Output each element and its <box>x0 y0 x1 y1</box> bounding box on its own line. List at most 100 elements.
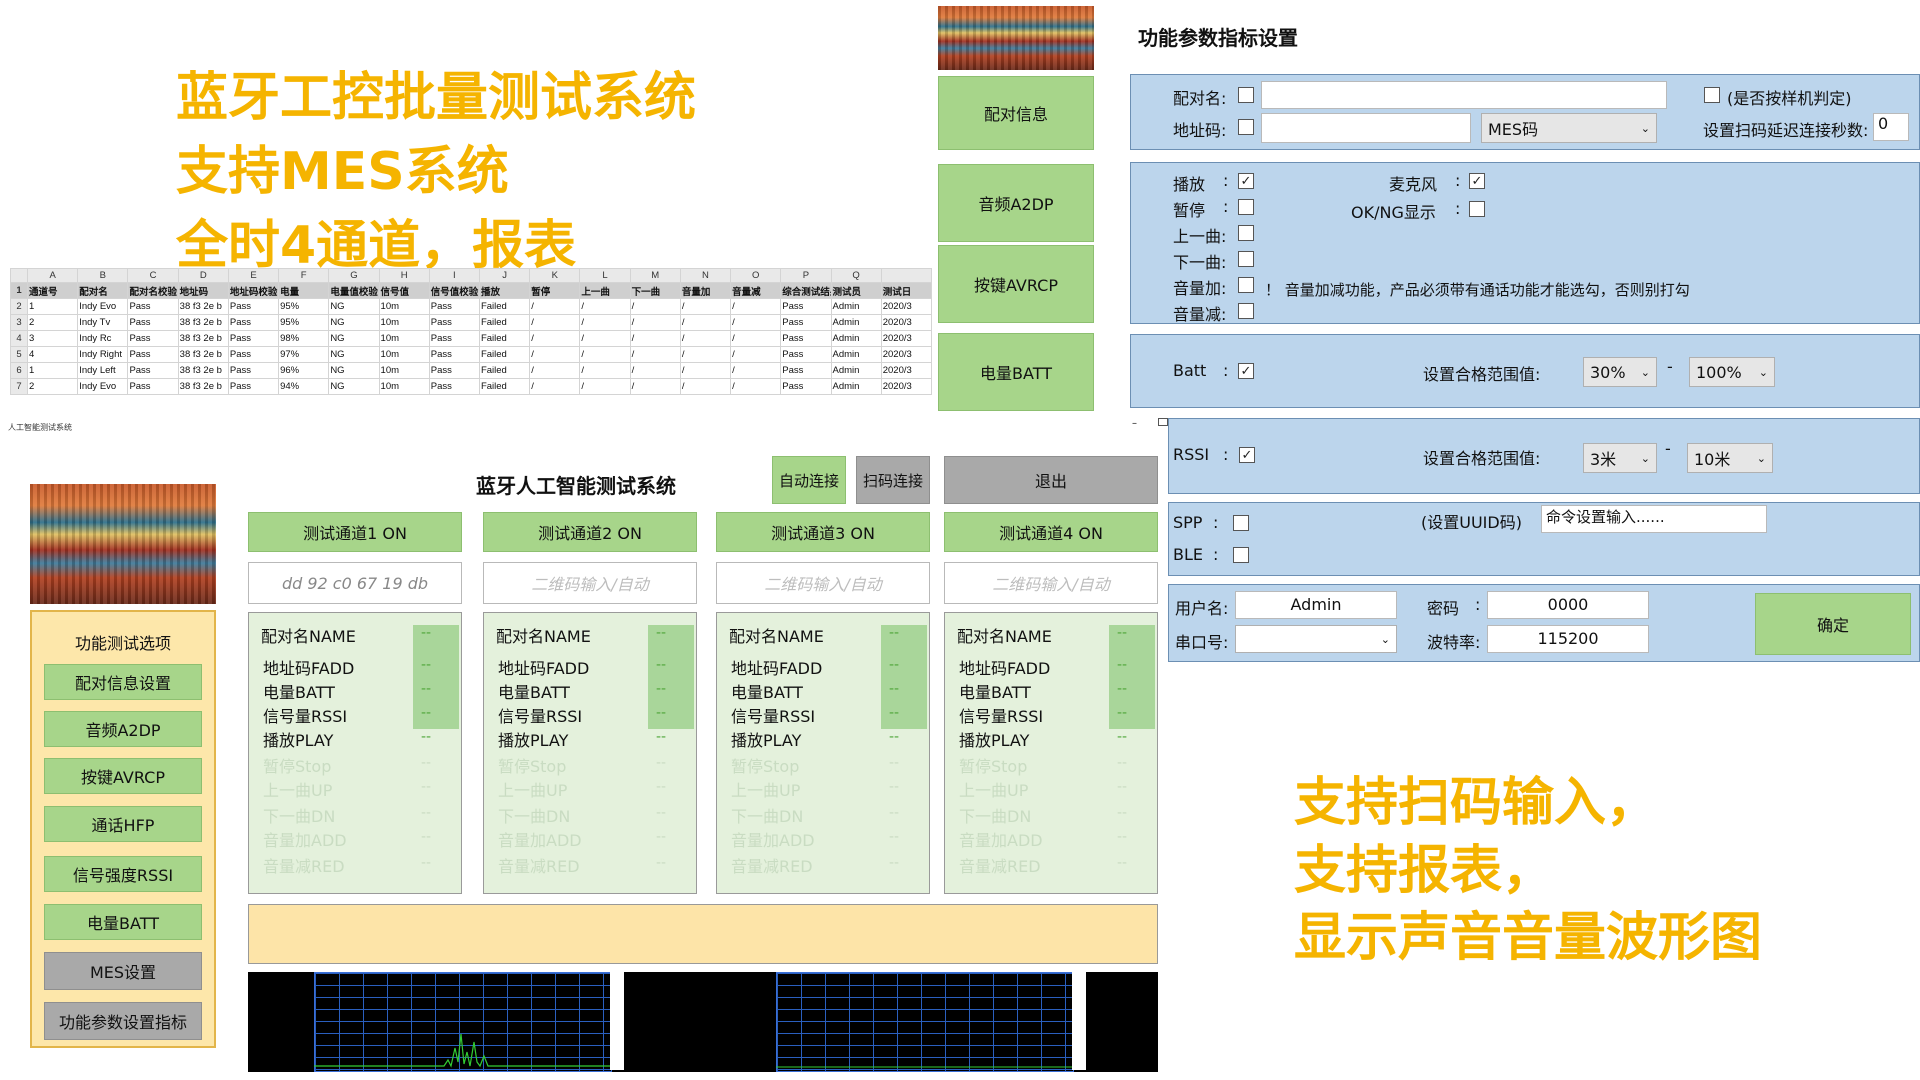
table-cell[interactable]: / <box>730 298 782 315</box>
table-cell[interactable]: / <box>730 330 782 347</box>
column-letter[interactable]: F <box>278 268 330 283</box>
table-cell[interactable]: Failed <box>478 314 531 331</box>
header-cell[interactable]: 信号值校验 <box>428 282 480 299</box>
table-cell[interactable]: / <box>529 378 581 395</box>
table-cell[interactable]: / <box>529 362 581 379</box>
table-cell[interactable]: 2 <box>26 378 79 395</box>
table-cell[interactable]: / <box>730 378 782 395</box>
header-cell[interactable]: 地址码 <box>177 282 229 299</box>
column-letter[interactable]: B <box>77 268 129 283</box>
table-cell[interactable]: / <box>529 314 581 331</box>
header-cell[interactable]: 信号值 <box>378 282 430 299</box>
table-cell[interactable]: Pass <box>127 298 179 315</box>
table-cell[interactable]: Pass <box>780 378 832 395</box>
table-cell[interactable]: Admin <box>830 362 882 379</box>
table-cell[interactable]: Pass <box>780 314 832 331</box>
table-cell[interactable]: Pass <box>428 362 480 379</box>
column-letter[interactable]: Q <box>830 268 882 283</box>
channel-3-qr-input[interactable]: 二维码输入/自动 <box>716 562 930 604</box>
scan-connect-button[interactable]: 扫码连接 <box>856 456 930 504</box>
table-cell[interactable]: / <box>629 346 681 363</box>
column-letter[interactable]: L <box>579 268 631 283</box>
spp-checkbox[interactable] <box>1233 515 1249 531</box>
header-cell[interactable]: 综合测试结果 <box>780 282 832 299</box>
column-letter[interactable]: N <box>679 268 732 283</box>
table-cell[interactable]: Failed <box>478 330 531 347</box>
channel-1-qr-input[interactable]: dd 92 c0 67 19 db <box>248 562 462 604</box>
column-letter[interactable]: P <box>780 268 832 283</box>
table-cell[interactable]: Pass <box>227 346 280 363</box>
table-cell[interactable]: / <box>679 298 732 315</box>
sample-judge-checkbox[interactable] <box>1704 87 1720 103</box>
table-cell[interactable]: 95% <box>278 298 330 315</box>
header-cell[interactable]: 电量 <box>278 282 330 299</box>
addr-input[interactable] <box>1261 113 1471 143</box>
table-cell[interactable]: NG <box>328 298 380 315</box>
table-cell[interactable]: 1 <box>26 362 79 379</box>
header-cell[interactable]: 配对名 <box>77 282 129 299</box>
exit-button[interactable]: 退出 <box>944 456 1158 504</box>
sidebar-item-avrcp[interactable]: 按键AVRCP <box>44 758 202 794</box>
table-cell[interactable]: / <box>579 378 631 395</box>
table-cell[interactable]: Pass <box>780 362 832 379</box>
pause-checkbox[interactable] <box>1238 199 1254 215</box>
channel-4-toggle-button[interactable]: 测试通道4 ON <box>944 512 1158 552</box>
volup-checkbox[interactable] <box>1238 277 1254 293</box>
mic-checkbox[interactable]: ✓ <box>1469 173 1485 189</box>
column-letter[interactable]: E <box>227 268 280 283</box>
sidebar-item-hfp[interactable]: 通话HFP <box>44 806 202 842</box>
table-cell[interactable]: 38 f3 2e b <box>177 298 229 315</box>
table-cell[interactable]: NG <box>328 314 380 331</box>
sidebar-item-mes[interactable]: MES设置 <box>44 952 202 990</box>
play-checkbox[interactable]: ✓ <box>1238 173 1254 189</box>
table-cell[interactable]: / <box>730 314 782 331</box>
table-cell[interactable]: Indy Evo <box>77 378 129 395</box>
baud-input[interactable]: 115200 <box>1487 625 1649 653</box>
table-cell[interactable]: Indy Left <box>77 362 129 379</box>
table-cell[interactable]: 2020/3 <box>880 330 933 347</box>
pair-name-input[interactable] <box>1261 81 1667 109</box>
column-letter[interactable]: H <box>378 268 430 283</box>
table-cell[interactable]: Admin <box>830 298 882 315</box>
table-cell[interactable]: Admin <box>830 314 882 331</box>
header-cell[interactable]: 电量值校验 <box>328 282 380 299</box>
header-cell[interactable]: 暂停 <box>529 282 581 299</box>
header-cell[interactable]: 地址码校验 <box>227 282 280 299</box>
table-cell[interactable]: Pass <box>227 330 280 347</box>
table-cell[interactable]: / <box>679 346 732 363</box>
table-cell[interactable]: 10m <box>378 314 430 331</box>
batt-min-select[interactable]: 30% ⌄ <box>1583 357 1657 387</box>
column-letter[interactable]: A <box>26 268 79 283</box>
table-cell[interactable]: / <box>529 346 581 363</box>
table-cell[interactable]: Pass <box>428 346 480 363</box>
batt-checkbox[interactable]: ✓ <box>1238 363 1254 379</box>
table-cell[interactable]: 10m <box>378 346 430 363</box>
window-minimize-icon[interactable]: – <box>1132 418 1137 429</box>
table-cell[interactable]: 2 <box>26 314 79 331</box>
table-cell[interactable]: 10m <box>378 330 430 347</box>
header-cell[interactable]: 下一曲 <box>629 282 681 299</box>
sidebar-item-rssi[interactable]: 信号强度RSSI <box>44 856 202 892</box>
table-cell[interactable]: Pass <box>428 330 480 347</box>
table-cell[interactable]: Pass <box>227 314 280 331</box>
column-letter[interactable]: D <box>177 268 229 283</box>
table-cell[interactable]: Admin <box>830 330 882 347</box>
column-letter[interactable]: I <box>428 268 480 283</box>
sidebar-item-batt[interactable]: 电量BATT <box>44 904 202 940</box>
table-cell[interactable]: / <box>730 346 782 363</box>
table-cell[interactable]: Pass <box>127 378 179 395</box>
column-letter[interactable]: G <box>328 268 380 283</box>
table-cell[interactable]: 95% <box>278 314 330 331</box>
sidebar-item-param-settings[interactable]: 功能参数设置指标 <box>44 1002 202 1040</box>
table-cell[interactable]: 2020/3 <box>880 298 933 315</box>
uuid-input[interactable]: 命令设置输入...... <box>1541 505 1767 533</box>
table-cell[interactable]: / <box>529 330 581 347</box>
header-cell[interactable]: 音量减 <box>730 282 782 299</box>
table-cell[interactable]: Failed <box>478 378 531 395</box>
table-cell[interactable]: 2020/3 <box>880 362 933 379</box>
table-cell[interactable]: / <box>579 330 631 347</box>
sidebar-item-a2dp[interactable]: 音频A2DP <box>44 711 202 747</box>
table-cell[interactable]: / <box>629 378 681 395</box>
table-cell[interactable]: 3 <box>26 330 79 347</box>
table-cell[interactable]: 38 f3 2e b <box>177 362 229 379</box>
